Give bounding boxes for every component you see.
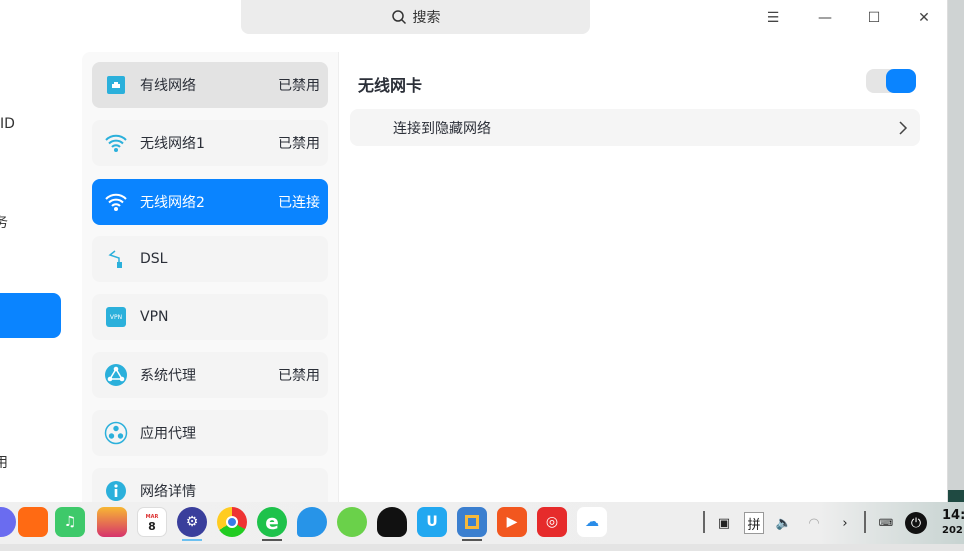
active-indicator — [182, 539, 202, 541]
left-nav: ID 务 用 — [0, 42, 72, 505]
tray-divider — [864, 511, 866, 533]
network-panel: 有线网络 已禁用 无线网络1 已禁用 无线网络2 已连接 DSL VPN VPN… — [82, 52, 940, 505]
browser-e-icon[interactable]: e — [257, 507, 287, 537]
video-player-icon[interactable]: ▶ — [497, 507, 527, 537]
item-status: 已禁用 — [278, 78, 320, 94]
wireless-toggle[interactable] — [866, 69, 916, 93]
chrome-icon[interactable] — [217, 507, 247, 537]
active-indicator — [462, 539, 482, 541]
wifi-tray-icon[interactable]: ◠ — [804, 512, 824, 534]
network-item-wired[interactable]: 有线网络 已禁用 — [92, 62, 328, 108]
ime-label: 拼 — [747, 517, 761, 533]
calendar-day: 8 — [148, 520, 156, 533]
network-item-system-proxy[interactable]: 系统代理 已禁用 — [92, 352, 328, 398]
taskbar: ♫ MAR8 ⚙ e U ▶ ◎ ☁ ▣ 拼 🔈 ◠ › ⌨ ⏻ 14: 2021 — [0, 502, 964, 544]
music-icon[interactable]: ♫ — [55, 507, 85, 537]
item-status: 已连接 — [278, 195, 320, 211]
photos-icon[interactable] — [97, 507, 127, 537]
qq-icon[interactable] — [377, 507, 407, 537]
close-button[interactable]: ✕ — [909, 6, 939, 30]
app-proxy-icon — [104, 421, 128, 445]
item-label: 有线网络 — [140, 78, 196, 94]
search-icon — [391, 10, 406, 25]
network-list: 有线网络 已禁用 无线网络1 已禁用 无线网络2 已连接 DSL VPN VPN… — [82, 52, 339, 505]
nav-item-fragment[interactable]: ID — [0, 116, 15, 132]
tray-expand-icon[interactable]: › — [835, 512, 855, 534]
nav-item-fragment[interactable]: 务 — [0, 212, 8, 232]
system-settings-icon[interactable]: ⚙ — [177, 507, 207, 537]
item-label: 无线网络1 — [140, 136, 205, 152]
presentation-icon[interactable] — [457, 507, 487, 537]
settings-window: 搜索 ☰ — ☐ ✕ ID 务 用 有线网络 已禁用 无线网络1 已禁用 无线网… — [0, 0, 948, 505]
network-item-dsl[interactable]: DSL — [92, 236, 328, 282]
launcher-icon[interactable] — [0, 507, 16, 537]
item-label: 系统代理 — [140, 368, 196, 384]
chevron-right-icon — [899, 120, 908, 135]
network-item-vpn[interactable]: VPN VPN — [92, 294, 328, 340]
power-icon[interactable]: ⏻ — [905, 512, 927, 534]
network-manager-tray-icon[interactable]: ▣ — [714, 512, 734, 534]
wifi-icon — [104, 131, 128, 155]
menu-icon: ☰ — [766, 10, 780, 26]
vpn-icon: VPN — [104, 305, 128, 329]
network-item-wifi2[interactable]: 无线网络2 已连接 — [92, 179, 328, 225]
toggle-knob — [886, 69, 916, 93]
minimize-icon: — — [818, 10, 832, 26]
wechat-icon[interactable] — [337, 507, 367, 537]
network-item-wifi1[interactable]: 无线网络1 已禁用 — [92, 120, 328, 166]
volume-icon[interactable]: 🔈 — [774, 512, 794, 534]
search-placeholder: 搜索 — [412, 10, 441, 26]
app-store-icon[interactable] — [18, 507, 48, 537]
maximize-button[interactable]: ☐ — [859, 6, 889, 30]
item-status: 已禁用 — [278, 368, 320, 384]
item-label: 网络详情 — [140, 484, 196, 500]
connect-hidden-network[interactable]: 连接到隐藏网络 — [350, 109, 920, 146]
search-box[interactable]: 搜索 — [241, 0, 590, 34]
clock-time: 14: — [942, 508, 964, 523]
info-icon — [104, 479, 128, 503]
maximize-icon: ☐ — [867, 10, 881, 26]
menu-button[interactable]: ☰ — [758, 6, 788, 30]
netease-music-icon[interactable]: ◎ — [537, 507, 567, 537]
item-status: 已禁用 — [278, 136, 320, 152]
title-bar: 搜索 ☰ — ☐ ✕ — [0, 0, 947, 42]
nav-item-fragment[interactable]: 用 — [0, 452, 8, 472]
network-item-details[interactable]: 网络详情 — [92, 468, 328, 505]
item-label: DSL — [140, 251, 168, 267]
keyboard-icon[interactable]: ⌨ — [876, 512, 896, 534]
row-label: 连接到隐藏网络 — [393, 120, 491, 137]
clock-date: 2021 — [942, 525, 964, 536]
wireless-detail: 无线网卡 连接到隐藏网络 — [340, 52, 940, 505]
app-u-icon[interactable]: U — [417, 507, 447, 537]
nav-item-selected[interactable] — [0, 293, 61, 338]
baidu-netdisk-icon[interactable]: ☁ — [577, 507, 607, 537]
chat-bubble-icon[interactable] — [297, 507, 327, 537]
item-label: VPN — [140, 309, 169, 325]
close-icon: ✕ — [918, 10, 930, 26]
item-label: 应用代理 — [140, 426, 196, 442]
wifi-icon — [104, 190, 128, 214]
item-label: 无线网络2 — [140, 195, 205, 211]
active-indicator — [262, 539, 282, 541]
calendar-icon[interactable]: MAR 8 — [137, 507, 167, 537]
screen-bottom — [0, 544, 964, 551]
section-title: 无线网卡 — [358, 76, 423, 95]
vpn-badge: VPN — [106, 307, 126, 327]
network-item-app-proxy[interactable]: 应用代理 — [92, 410, 328, 456]
minimize-button[interactable]: — — [810, 6, 840, 30]
ime-tray-icon[interactable]: 拼 — [744, 512, 764, 534]
dsl-icon — [104, 247, 128, 271]
tray-divider — [703, 511, 705, 533]
system-proxy-icon — [104, 363, 128, 387]
ethernet-icon — [104, 73, 128, 97]
clock[interactable]: 14: 2021 — [942, 508, 964, 538]
